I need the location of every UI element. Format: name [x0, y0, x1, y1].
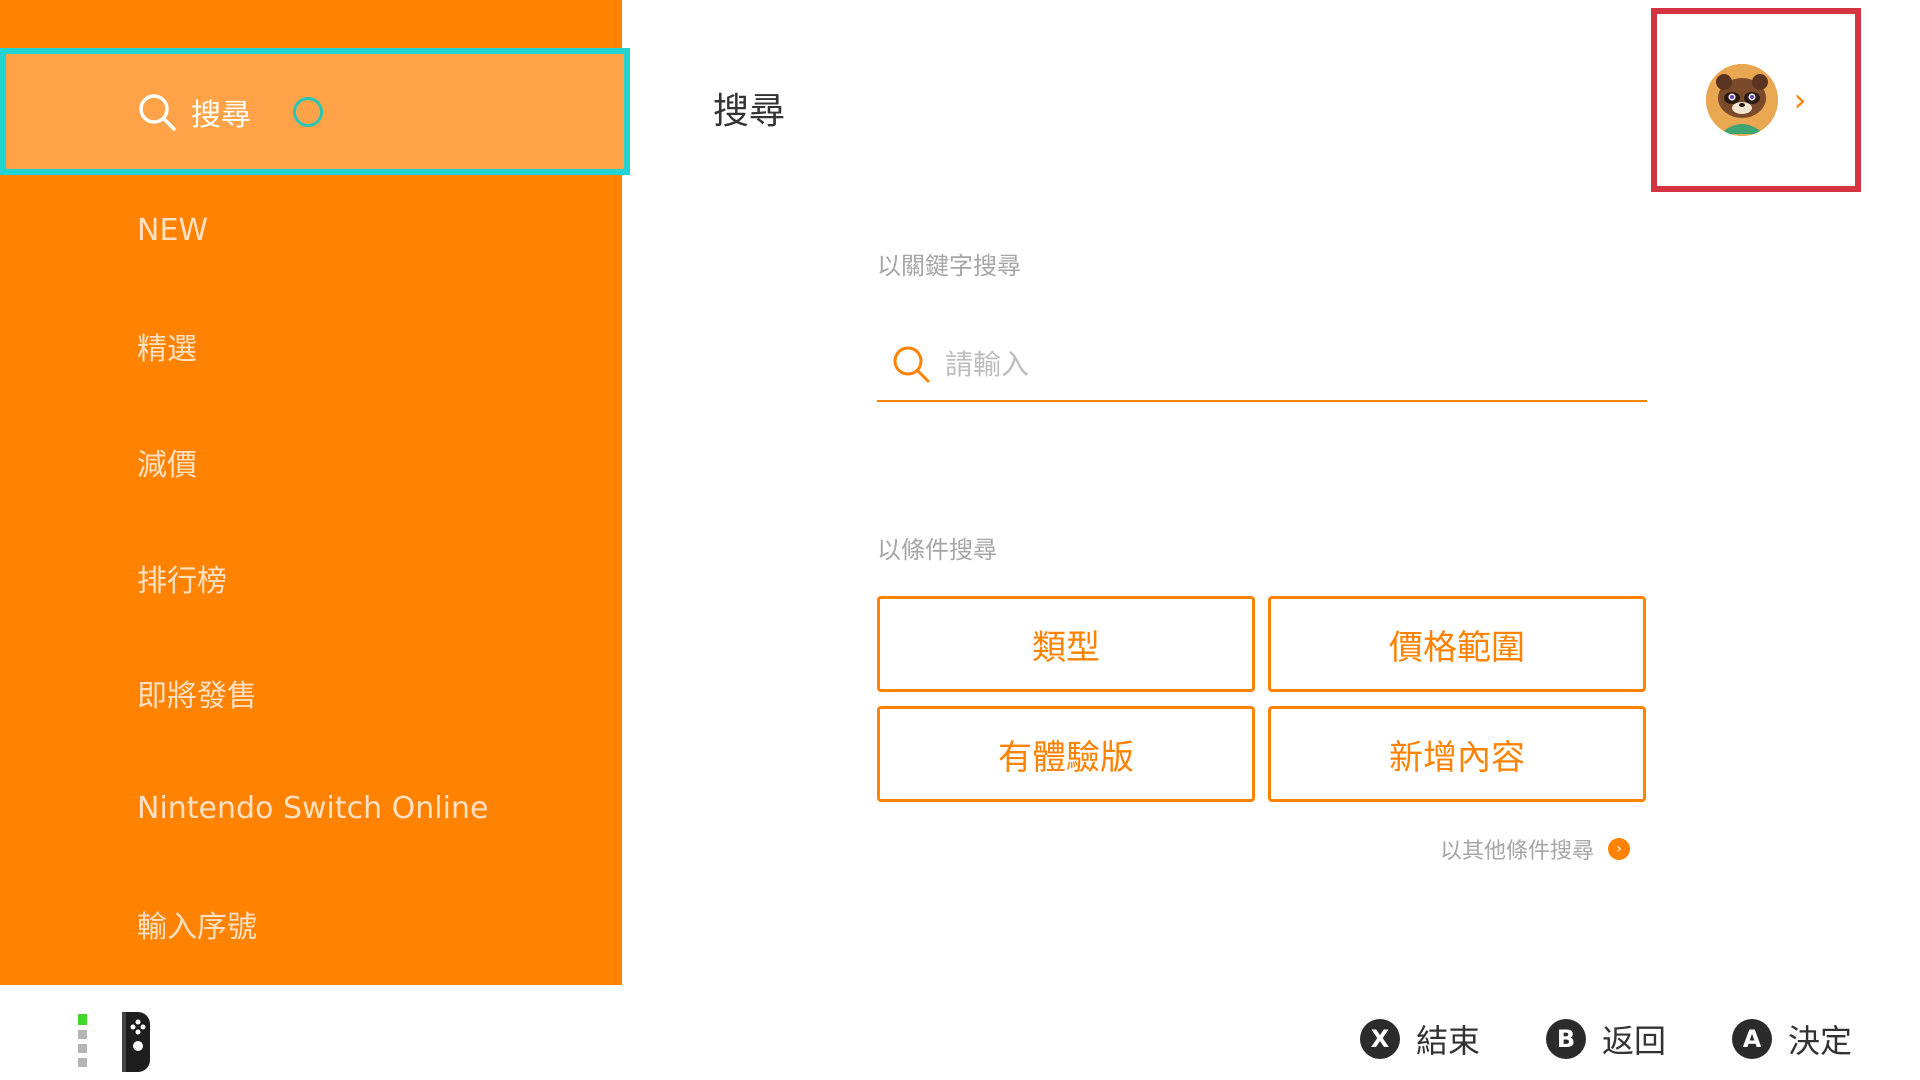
chevron-right-icon: › [1793, 81, 1807, 119]
footer-hint-confirm[interactable]: A 決定 [1732, 1018, 1852, 1060]
sidebar-item-label: 搜尋 [191, 97, 251, 133]
keyword-search-label: 以關鍵字搜尋 [877, 252, 1021, 280]
sidebar-item-ranking[interactable]: 排行榜 [0, 538, 622, 618]
filter-dlc-button[interactable]: 新增內容 [1268, 706, 1646, 802]
sidebar-item-coming-soon[interactable]: 即將發售 [0, 653, 622, 733]
x-button-icon: X [1360, 1019, 1400, 1059]
sidebar-item-label: 精選 [137, 332, 197, 367]
sidebar-item-label: Nintendo Switch Online [137, 790, 489, 826]
search-icon [893, 346, 930, 383]
more-conditions-label: 以其他條件搜尋 [1440, 839, 1595, 864]
footer-hint-label: 返回 [1602, 1022, 1667, 1060]
sidebar-item-redeem-code[interactable]: 輸入序號 [0, 884, 622, 964]
sidebar-item-nintendo-switch-online[interactable]: Nintendo Switch Online [0, 768, 622, 848]
footer-hint-label: 結束 [1416, 1022, 1481, 1060]
sidebar-item-label: 排行榜 [137, 564, 227, 599]
sidebar: 搜尋 NEW 精選 減價 排行榜 即將發售 Nintendo Switch On… [0, 0, 630, 985]
sidebar-item-search[interactable]: 搜尋 [0, 48, 630, 175]
user-account-button[interactable]: › [1651, 8, 1861, 192]
user-avatar [1705, 64, 1778, 136]
sidebar-item-featured[interactable]: 精選 [0, 306, 622, 386]
filter-demo-available-button[interactable]: 有體驗版 [877, 706, 1255, 802]
a-button-icon: A [1732, 1019, 1772, 1059]
more-conditions-link[interactable]: 以其他條件搜尋 › [1440, 834, 1631, 864]
page-title: 搜尋 [713, 91, 786, 132]
filter-price-range-button[interactable]: 價格範圍 [1268, 596, 1646, 692]
joy-con-icon [76, 1008, 156, 1078]
sidebar-item-new[interactable]: NEW [0, 190, 622, 270]
sidebar-item-label: 輸入序號 [137, 910, 257, 945]
sidebar-item-label: 減價 [137, 448, 197, 483]
footer-hint-back[interactable]: B 返回 [1546, 1018, 1666, 1060]
keyword-search-field[interactable] [877, 328, 1647, 402]
sidebar-item-sale[interactable]: 減價 [0, 422, 622, 502]
search-input[interactable] [943, 346, 1627, 382]
loading-icon [293, 96, 323, 127]
chevron-right-icon: › [1608, 838, 1631, 860]
filter-genre-button[interactable]: 類型 [877, 596, 1255, 692]
sidebar-item-label: NEW [137, 212, 209, 248]
sidebar-item-label: 即將發售 [137, 679, 257, 714]
footer-hint-label: 決定 [1788, 1022, 1853, 1060]
condition-search-label: 以條件搜尋 [877, 536, 997, 564]
b-button-icon: B [1546, 1019, 1586, 1059]
search-icon [139, 93, 176, 131]
footer-hint-exit[interactable]: X 結束 [1360, 1018, 1480, 1060]
